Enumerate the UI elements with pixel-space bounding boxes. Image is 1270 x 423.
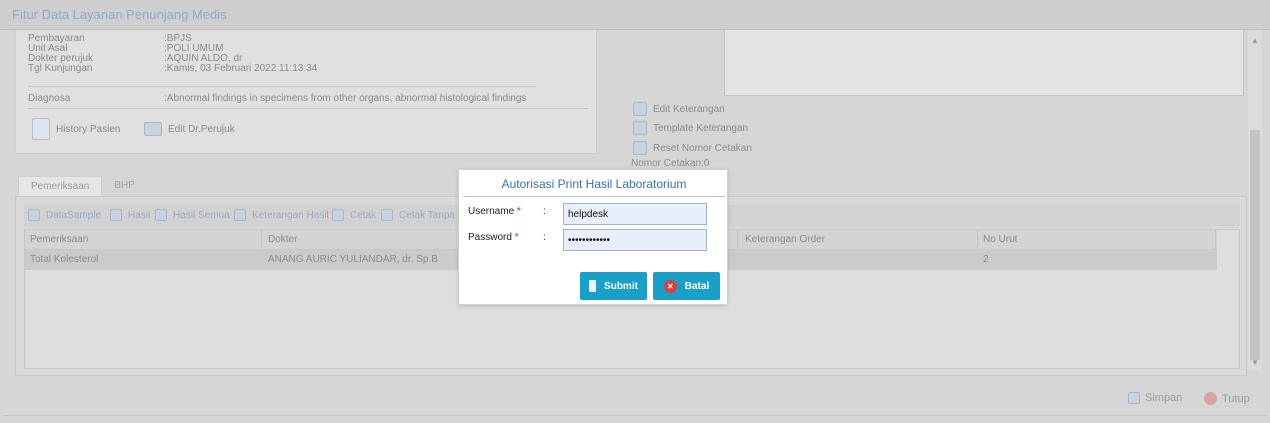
- printer-icon: [381, 209, 393, 221]
- column-header-keterangan-order[interactable]: Keterangan Order: [745, 234, 825, 245]
- template-keterangan-label: Template Keterangan: [653, 122, 749, 134]
- cell-no-urut: 2: [983, 254, 989, 265]
- dialog-title-divider: [463, 196, 725, 197]
- cetak-tanpa-button[interactable]: Cetak Tanpa K: [381, 209, 464, 221]
- column-separator: [1215, 230, 1216, 250]
- close-icon: [1204, 392, 1217, 405]
- cetak-button[interactable]: Cetak: [332, 209, 376, 221]
- edit-keterangan-button[interactable]: Edit Keterangan: [633, 102, 725, 116]
- simpan-label: Simpan: [1145, 392, 1183, 404]
- dialog-title: Autorisasi Print Hasil Laboratorium: [501, 177, 687, 191]
- diagnosa-label: Diagnosa: [28, 93, 71, 104]
- password-label-text: Password: [468, 232, 512, 243]
- column-separator: [977, 230, 978, 250]
- cetak-tanpa-label: Cetak Tanpa K: [399, 209, 465, 221]
- template-icon: [633, 121, 647, 135]
- batal-button[interactable]: ✕ Batal: [653, 272, 720, 300]
- cell-dokter: ANANG AURIC YULIANDAR, dr. Sp.B: [268, 254, 438, 265]
- column-header-no-urut[interactable]: No Urut: [983, 234, 1017, 245]
- required-mark: *: [516, 206, 521, 217]
- datasample-button[interactable]: DataSample: [28, 209, 101, 221]
- reset-nomor-label: Reset Nomor Cetakan: [653, 142, 752, 154]
- info-label: Tgl Kunjungan: [28, 63, 93, 74]
- template-keterangan-button[interactable]: Template Keterangan: [633, 121, 748, 135]
- edit-perujuk-label: Edit Dr.Perujuk: [168, 123, 235, 135]
- column-separator: [737, 230, 738, 250]
- edit-keterangan-label: Edit Keterangan: [653, 103, 725, 115]
- footer-bar: [0, 380, 1270, 423]
- close-icon: ✕: [663, 279, 677, 293]
- diagnosa-value: :Abnormal findings in specimens from oth…: [164, 93, 527, 104]
- keterangan-hasil-label: Keterangan Hasil: [252, 209, 329, 221]
- submit-icon: [589, 280, 597, 292]
- window-title: Fitur Data Layanan Penunjang Medis: [12, 7, 227, 22]
- edit-perujuk-button[interactable]: Edit Dr.Perujuk: [144, 122, 235, 136]
- tutup-button[interactable]: Tutup: [1204, 392, 1250, 405]
- vertical-scrollbar[interactable]: ▲ ▼: [1248, 30, 1262, 370]
- password-input[interactable]: [563, 229, 707, 251]
- tutup-label: Tutup: [1222, 392, 1250, 405]
- cell-pemeriksaan: Total Kolesterol: [30, 254, 99, 265]
- scroll-down-icon[interactable]: ▼: [1251, 358, 1259, 367]
- datasample-icon: [28, 209, 40, 221]
- hasil-button[interactable]: Hasil: [110, 209, 150, 221]
- column-header-dokter[interactable]: Dokter: [268, 234, 297, 245]
- hasil-label: Hasil: [128, 209, 151, 221]
- password-label: Password *: [468, 232, 519, 243]
- username-input[interactable]: [563, 203, 707, 225]
- template-icon: [110, 209, 122, 221]
- submit-button[interactable]: Submit: [580, 272, 647, 300]
- tab-bar: Pemeriksaan BHP: [18, 176, 147, 196]
- divider: [28, 108, 588, 109]
- edit-user-icon: [144, 122, 162, 136]
- password-colon: :: [543, 232, 546, 243]
- nomor-cetakan: Nomor Cetakan:0: [631, 158, 710, 169]
- keterangan-textarea[interactable]: [724, 30, 1244, 96]
- save-icon: [1128, 392, 1140, 404]
- required-mark: *: [514, 232, 519, 243]
- scrollbar-thumb[interactable]: [1250, 130, 1260, 360]
- edit-doc-icon: [633, 102, 647, 116]
- column-separator: [261, 230, 262, 250]
- printer-icon: [633, 141, 647, 155]
- tab-pemeriksaan[interactable]: Pemeriksaan: [18, 176, 103, 196]
- scroll-up-icon[interactable]: ▲: [1251, 36, 1259, 45]
- datasample-label: DataSample: [46, 209, 102, 221]
- reset-nomor-button[interactable]: Reset Nomor Cetakan: [633, 141, 752, 155]
- info-value: :Kamis, 03 Februari 2022 11:13:34: [164, 63, 318, 74]
- tab-bhp[interactable]: BHP: [102, 176, 147, 196]
- window-title-bar: Fitur Data Layanan Penunjang Medis: [0, 0, 1270, 30]
- template-icon: [155, 209, 167, 221]
- history-pasien-button[interactable]: History Pasien: [32, 118, 120, 140]
- submit-label: Submit: [604, 280, 638, 292]
- simpan-button[interactable]: Simpan: [1128, 392, 1182, 404]
- auth-print-dialog: Autorisasi Print Hasil Laboratorium User…: [458, 169, 728, 305]
- divider: [28, 86, 536, 87]
- cetak-label: Cetak: [350, 209, 377, 221]
- hasil-semua-label: Hasil Semua: [173, 209, 230, 221]
- template-icon: [234, 209, 246, 221]
- keterangan-hasil-button[interactable]: Keterangan Hasil: [234, 209, 329, 221]
- patient-info-panel: Pembayaran :BPJS Unit Asal :POLI UMUM Do…: [15, 30, 597, 154]
- history-pasien-label: History Pasien: [56, 123, 121, 135]
- batal-label: Batal: [684, 280, 710, 292]
- username-label-text: Username: [468, 206, 515, 217]
- username-colon: :: [543, 206, 546, 217]
- footer-divider: [4, 415, 1266, 416]
- printer-icon: [332, 209, 344, 221]
- hasil-semua-button[interactable]: Hasil Semua: [155, 209, 230, 221]
- username-label: Username *: [468, 206, 521, 217]
- history-icon: [32, 118, 50, 140]
- column-header-pemeriksaan[interactable]: Pemeriksaan: [30, 234, 88, 245]
